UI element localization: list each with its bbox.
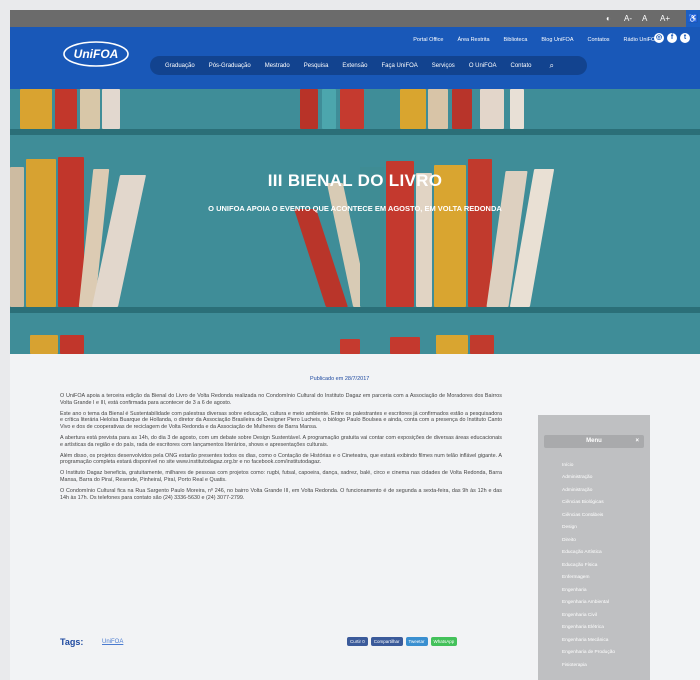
- book: [340, 339, 360, 354]
- utility-bar: ◐ A- A A+ ♿: [10, 10, 700, 27]
- book: [80, 89, 100, 129]
- nav-pesquisa[interactable]: Pesquisa: [297, 63, 336, 69]
- nav-extensao[interactable]: Extensão: [335, 63, 374, 69]
- article-paragraph: O UniFOA apoia a terceira edição da Bien…: [60, 393, 502, 406]
- sidebar-item[interactable]: Engenharia Ambiental: [562, 600, 648, 605]
- book: [322, 89, 336, 129]
- book: [470, 335, 494, 354]
- book: [480, 89, 504, 129]
- nav-pos-graduacao[interactable]: Pós-Graduação: [202, 63, 258, 69]
- tweet-button[interactable]: Tweetar: [405, 637, 428, 646]
- nav-mestrado[interactable]: Mestrado: [258, 63, 297, 69]
- book: [55, 89, 77, 129]
- site-header: UniFOA Portal Office Área Restrita Bibli…: [10, 27, 700, 89]
- book: [416, 173, 432, 307]
- article-paragraph: O Condomínio Cultural fica na Rua Sargen…: [60, 487, 502, 501]
- article-paragraph: A abertura está prevista para as 14h, do…: [60, 434, 502, 448]
- book: [436, 335, 468, 354]
- shelf: [10, 307, 700, 313]
- sidebar-item[interactable]: Engenharia Civil: [562, 613, 648, 618]
- sidebar-item[interactable]: Design: [562, 525, 648, 530]
- share-buttons: Curtir 0 Compartilhar Tweetar WhatsApp: [347, 637, 458, 646]
- contrast-toggle-icon[interactable]: ◐: [606, 13, 611, 24]
- hero-title: III BIENAL DO LIVRO: [267, 171, 443, 190]
- nav-o-unifoa[interactable]: O UniFOA: [462, 63, 504, 69]
- article-body: O UniFOA apoia a terceira edição da Bien…: [60, 393, 502, 505]
- whatsapp-button[interactable]: WhatsApp: [430, 637, 458, 646]
- facebook-icon[interactable]: f: [667, 33, 677, 43]
- social-links: ◎ f t: [654, 33, 690, 43]
- top-link-portal-office[interactable]: Portal Office: [406, 34, 450, 46]
- book: [400, 89, 426, 129]
- logo-text: UniFOA: [74, 47, 119, 61]
- book: [340, 89, 364, 129]
- top-link-area-restrita[interactable]: Área Restrita: [450, 34, 496, 46]
- article-paragraph: O Instituto Dagaz beneficia, gratuitamen…: [60, 470, 502, 483]
- nav-faca-unifoa[interactable]: Faça UniFOA: [374, 63, 424, 69]
- shelf: [10, 129, 700, 135]
- top-link-blog[interactable]: Blog UniFOA: [534, 34, 580, 46]
- tag-link[interactable]: UniFOA: [102, 639, 123, 645]
- sidebar-header: Menu ×: [544, 435, 644, 448]
- sidebar-menu: Menu × Início Administração Administraçã…: [538, 415, 650, 680]
- sidebar-item[interactable]: Ciências Contábeis: [562, 513, 648, 518]
- sidebar-item[interactable]: Ciências Biológicas: [562, 500, 648, 505]
- unifoa-logo[interactable]: UniFOA: [63, 39, 129, 69]
- sidebar-item[interactable]: Administração: [562, 475, 648, 480]
- book: [300, 89, 318, 129]
- search-icon[interactable]: ⌕: [543, 61, 561, 71]
- facebook-like-button[interactable]: Curtir 0: [347, 637, 368, 646]
- main-nav: Graduação Pós-Graduação Mestrado Pesquis…: [150, 56, 587, 75]
- nav-contato[interactable]: Contato: [503, 63, 538, 69]
- font-normal-button[interactable]: A: [642, 13, 647, 24]
- top-links: Portal Office Área Restrita Biblioteca B…: [406, 34, 666, 46]
- font-decrease-button[interactable]: A-: [624, 13, 632, 24]
- nav-servicos[interactable]: Serviços: [425, 63, 462, 69]
- hero-banner: III BIENAL DO LIVRO O UNIFOA APOIA O EVE…: [10, 89, 700, 354]
- sidebar-item[interactable]: Fisioterapia: [562, 663, 648, 668]
- sidebar-item[interactable]: Engenharia: [562, 588, 648, 593]
- sidebar-item[interactable]: Administração: [562, 488, 648, 493]
- hero-subtitle: O UNIFOA APOIA O EVENTO QUE ACONTECE EM …: [208, 204, 502, 213]
- font-increase-button[interactable]: A+: [660, 13, 670, 24]
- book: [20, 89, 52, 129]
- book: [30, 335, 58, 354]
- accessibility-icon[interactable]: ♿: [686, 10, 700, 27]
- sidebar-item[interactable]: Educação Artística: [562, 550, 648, 555]
- article-paragraph: Além disso, os projetos desenvolvidos pe…: [60, 452, 502, 466]
- book: [102, 89, 120, 129]
- publish-date: Publicado em 28/7/2017: [310, 376, 370, 382]
- close-icon[interactable]: ×: [635, 435, 639, 448]
- top-link-biblioteca[interactable]: Biblioteca: [497, 34, 535, 46]
- article-paragraph: Este ano o tema da Bienal é Sustentabili…: [60, 410, 502, 431]
- facebook-share-button[interactable]: Compartilhar: [370, 637, 403, 646]
- page-frame: ◐ A- A A+ ♿ UniFOA Portal Office Área Re…: [10, 10, 700, 680]
- tags-label: Tags:: [60, 637, 84, 647]
- sidebar-item[interactable]: Direito: [562, 538, 648, 543]
- book: [60, 335, 84, 354]
- book: [428, 89, 448, 129]
- book: [390, 337, 420, 354]
- nav-graduacao[interactable]: Graduação: [158, 63, 202, 69]
- sidebar-title: Menu: [586, 438, 602, 444]
- top-link-contatos[interactable]: Contatos: [581, 34, 617, 46]
- twitter-icon[interactable]: t: [680, 33, 690, 43]
- sidebar-item[interactable]: Engenharia Mecânica: [562, 638, 648, 643]
- sidebar-item[interactable]: Engenharia de Produção: [562, 650, 648, 655]
- sidebar-list: Início Administração Administração Ciênc…: [562, 463, 648, 675]
- sidebar-item[interactable]: Educação Física: [562, 563, 648, 568]
- book: [510, 89, 524, 129]
- sidebar-item[interactable]: Engenharia Elétrica: [562, 625, 648, 630]
- sidebar-item[interactable]: Enfermagem: [562, 575, 648, 580]
- sidebar-item[interactable]: Início: [562, 463, 648, 468]
- instagram-icon[interactable]: ◎: [654, 33, 664, 43]
- book: [452, 89, 472, 129]
